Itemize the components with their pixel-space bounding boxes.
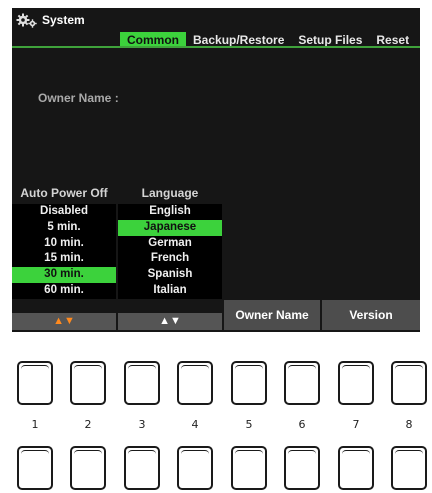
hw-button-number: 8 xyxy=(405,418,413,431)
lcd-screen: System Common Backup/Restore Setup Files… xyxy=(12,8,420,332)
auto-power-off-item-15-min[interactable]: 15 min. xyxy=(12,251,116,267)
hw-button-lower-4[interactable] xyxy=(177,446,213,490)
auto-power-off-item-30-min[interactable]: 30 min. xyxy=(12,267,116,283)
hw-button-lower-7[interactable] xyxy=(338,446,374,490)
hw-button-lower-8[interactable] xyxy=(391,446,427,490)
tab-backup-restore[interactable]: Backup/Restore xyxy=(186,32,291,47)
hw-button-lower-6[interactable] xyxy=(284,446,320,490)
hw-button-number: 1 xyxy=(31,418,39,431)
hw-button-number: 6 xyxy=(298,418,306,431)
hw-button-upper-1[interactable] xyxy=(17,361,53,405)
language-list: English Japanese German French Spanish I… xyxy=(118,204,222,299)
auto-power-off-list: Disabled 5 min. 10 min. 15 min. 30 min. … xyxy=(12,204,116,299)
hw-button-lower-1[interactable] xyxy=(17,446,53,490)
hw-button-lower-3[interactable] xyxy=(124,446,160,490)
tab-setup-files[interactable]: Setup Files xyxy=(291,32,369,47)
language-item-spanish[interactable]: Spanish xyxy=(118,267,222,283)
hw-button-upper-3[interactable] xyxy=(124,361,160,405)
language-item-english[interactable]: English xyxy=(118,204,222,220)
language-arrows[interactable]: ▲▼ xyxy=(118,313,222,330)
version-button[interactable]: Version xyxy=(322,300,420,330)
hw-button-number: 7 xyxy=(352,418,360,431)
gear-icon xyxy=(16,13,37,28)
language-item-japanese[interactable]: Japanese xyxy=(118,219,222,236)
hw-button-number: 5 xyxy=(245,418,253,431)
auto-power-off-item-5-min[interactable]: 5 min. xyxy=(12,220,116,236)
hw-button-lower-2[interactable] xyxy=(70,446,106,490)
owner-name-button[interactable]: Owner Name xyxy=(224,300,320,330)
title-divider xyxy=(12,46,420,48)
hw-button-upper-8[interactable] xyxy=(391,361,427,405)
auto-power-off-header: Auto Power Off xyxy=(20,186,108,200)
auto-power-off-item-60-min[interactable]: 60 min. xyxy=(12,283,116,299)
auto-power-off-item-10-min[interactable]: 10 min. xyxy=(12,236,116,252)
language-header: Language xyxy=(141,186,199,200)
hw-button-number: 4 xyxy=(191,418,199,431)
auto-power-off-item-disabled[interactable]: Disabled xyxy=(12,204,116,220)
hw-button-number: 3 xyxy=(138,418,146,431)
language-item-french[interactable]: French xyxy=(118,251,222,267)
window-title: System xyxy=(42,13,85,27)
hw-button-upper-5[interactable] xyxy=(231,361,267,405)
owner-name-label: Owner Name : xyxy=(38,91,119,105)
tab-bar: Common Backup/Restore Setup Files Reset xyxy=(120,32,416,47)
language-item-italian[interactable]: Italian xyxy=(118,283,222,299)
hw-button-upper-6[interactable] xyxy=(284,361,320,405)
auto-power-off-arrows[interactable]: ▲▼ xyxy=(12,313,116,330)
hw-button-upper-4[interactable] xyxy=(177,361,213,405)
tab-common[interactable]: Common xyxy=(120,32,186,47)
hw-button-upper-2[interactable] xyxy=(70,361,106,405)
hw-button-upper-7[interactable] xyxy=(338,361,374,405)
hw-button-lower-5[interactable] xyxy=(231,446,267,490)
language-item-german[interactable]: German xyxy=(118,236,222,252)
hw-button-number: 2 xyxy=(84,418,92,431)
tab-reset[interactable]: Reset xyxy=(369,32,416,47)
